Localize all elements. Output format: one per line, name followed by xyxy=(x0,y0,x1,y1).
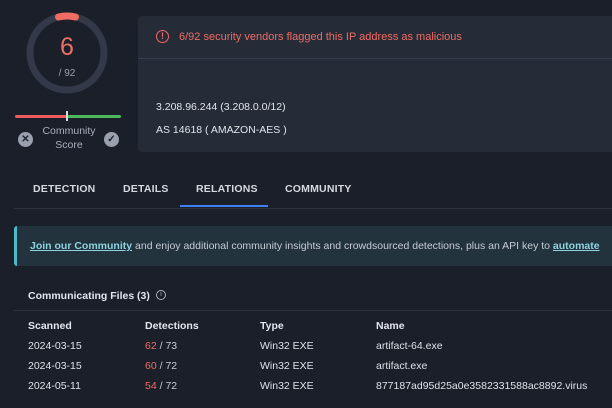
join-community-link[interactable]: Join our Community xyxy=(30,240,132,252)
tab-relations[interactable]: RELATIONS xyxy=(196,183,258,195)
table-cell-detections: 62 / 73 xyxy=(145,340,177,352)
column-header-scanned: Scanned xyxy=(28,320,72,332)
detection-total: / 72 xyxy=(156,360,178,372)
detection-hits: 54 xyxy=(145,380,157,392)
community-label-line2: Score xyxy=(55,139,83,151)
section-title: Communicating Files xyxy=(28,290,135,302)
x-icon[interactable]: ✕ xyxy=(18,132,33,147)
files-count: (3) xyxy=(137,290,150,302)
check-icon[interactable]: ✓ xyxy=(104,132,119,147)
detection-score: 6 xyxy=(60,33,74,61)
page: 6 / 92 ✕ Community Score ✓ ! 6/92 securi… xyxy=(0,0,612,408)
alert-text: 6/92 security vendors flagged this IP ad… xyxy=(179,31,462,43)
file-name-link[interactable]: artifact-64.exe xyxy=(376,340,443,352)
tab-detection[interactable]: DETECTION xyxy=(33,183,95,195)
detection-hits: 62 xyxy=(145,340,157,352)
table-cell-scanned: 2024-05-11 xyxy=(28,380,81,392)
column-header-type: Type xyxy=(260,320,284,332)
info-icon[interactable]: i xyxy=(156,290,166,300)
table-cell-scanned: 2024-03-15 xyxy=(28,340,82,352)
table-cell-type: Win32 EXE xyxy=(260,360,314,372)
summary-panel: ! 6/92 security vendors flagged this IP … xyxy=(138,16,612,152)
community-banner: Join our Community and enjoy additional … xyxy=(14,226,612,266)
detection-hits: 60 xyxy=(145,360,157,372)
table-cell-scanned: 2024-03-15 xyxy=(28,360,82,372)
community-score-marker xyxy=(66,111,68,121)
table-cell-type: Win32 EXE xyxy=(260,380,314,392)
malicious-alert: ! 6/92 security vendors flagged this IP … xyxy=(138,16,612,59)
tab-community[interactable]: COMMUNITY xyxy=(285,183,352,195)
as-number: AS 14618 ( AMAZON-AES ) xyxy=(156,124,287,136)
column-header-detections: Detections xyxy=(145,320,199,332)
file-name-link[interactable]: 877187ad95d25a0e3582331588ac8892.virus xyxy=(376,380,587,392)
file-name-link[interactable]: artifact.exe xyxy=(376,360,427,372)
table-cell-type: Win32 EXE xyxy=(260,340,314,352)
tabs-divider xyxy=(14,208,612,209)
banner-body: and enjoy additional community insights … xyxy=(132,240,553,252)
community-label-line1: Community xyxy=(42,125,96,137)
column-header-name: Name xyxy=(376,320,405,332)
active-tab-indicator xyxy=(180,205,268,207)
community-score-label: Community Score xyxy=(36,124,102,152)
detection-total: / 92 xyxy=(58,68,76,79)
community-score-bar xyxy=(15,115,121,118)
tab-details[interactable]: DETAILS xyxy=(123,183,169,195)
banner-text: Join our Community and enjoy additional … xyxy=(30,240,600,252)
alert-icon: ! xyxy=(156,30,169,43)
table-cell-detections: 54 / 72 xyxy=(145,380,177,392)
table-cell-detections: 60 / 72 xyxy=(145,360,177,372)
section-divider xyxy=(14,310,612,311)
automate-link[interactable]: automate xyxy=(553,240,600,252)
detection-total: / 72 xyxy=(156,380,178,392)
ip-address: 3.208.96.244 (3.208.0.0/12) xyxy=(156,101,286,113)
detection-total: / 73 xyxy=(156,340,178,352)
